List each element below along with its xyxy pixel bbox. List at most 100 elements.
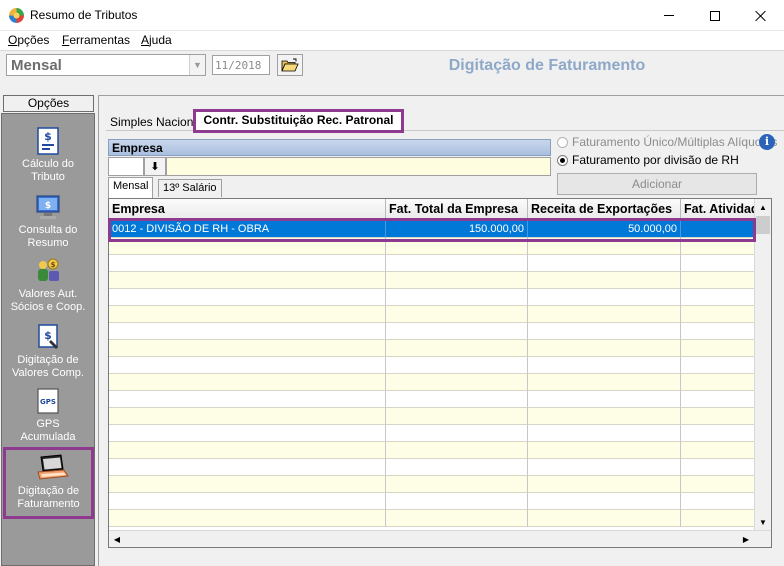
radio-faturamento-unico[interactable]: Faturamento Único/Múltiplas Alíquotas [557,135,777,149]
minimize-button[interactable] [646,0,692,31]
grid-cell [681,493,755,510]
calculator-document-icon: $ [34,126,62,156]
table-row[interactable] [109,459,755,476]
grid-cell [681,510,755,527]
tab-simples-nacional[interactable]: Simples Nacional [110,115,203,129]
grid-cell [528,442,681,459]
svg-text:$: $ [45,201,51,211]
close-button[interactable] [738,0,784,31]
horizontal-scrollbar[interactable]: ◀ ▶ [109,530,771,547]
grid-cell [109,425,386,442]
grid-cell [386,425,528,442]
scroll-thumb[interactable] [756,216,770,234]
grid-cell [528,238,681,255]
subtab-13-salario[interactable]: 13º Salário [158,179,222,197]
svg-text:$: $ [44,329,52,342]
scroll-down-icon[interactable]: ▼ [755,514,771,530]
grid-cell [109,323,386,340]
grid-cell [109,459,386,476]
table-row[interactable] [109,306,755,323]
grid-cell [109,391,386,408]
table-row[interactable] [109,289,755,306]
sidebar-item-digitacao-valores[interactable]: $ Digitação de Valores Comp. [4,322,92,380]
table-row[interactable] [109,391,755,408]
chevron-down-icon[interactable]: ▼ [189,55,205,75]
people-money-icon: $ [34,256,62,286]
table-row[interactable] [109,272,755,289]
table-row[interactable] [109,255,755,272]
svg-text:$: $ [51,261,56,269]
grid-cell [681,425,755,442]
grid-cell [681,391,755,408]
column-header-fat-total[interactable]: Fat. Total da Empresa [386,199,528,221]
menu-opcoes[interactable]: Opções [8,33,49,47]
tab-contr-substituicao[interactable]: Contr. Substituição Rec. Patronal [193,109,404,133]
table-row[interactable] [109,340,755,357]
grid-cell [528,255,681,272]
table-row[interactable] [109,323,755,340]
column-header-fat-atividade[interactable]: Fat. Atividad [681,199,755,221]
minimize-icon [664,15,674,16]
menu-ferramentas[interactable]: Ferramentas [62,33,130,47]
empresa-name-field [166,157,551,176]
table-row[interactable] [109,425,755,442]
sidebar-item-valores-aut[interactable]: $ Valores Aut. Sócios e Coop. [4,256,92,314]
table-row[interactable] [109,374,755,391]
grid-cell [109,238,386,255]
grid-cell [681,289,755,306]
info-icon[interactable]: i [759,134,775,150]
table-row[interactable] [109,442,755,459]
menu-ajuda[interactable]: Ajuda [141,33,172,47]
grid-cell [109,357,386,374]
scroll-up-icon[interactable]: ▲ [755,199,771,215]
grid-cell [528,510,681,527]
grid-cell [386,272,528,289]
empresa-lookup-button[interactable]: ⬇ [144,157,166,176]
grid-cell [386,340,528,357]
sidebar-item-digitacao-faturamento[interactable]: Digitação de Faturamento [3,447,94,519]
grid-cell [681,323,755,340]
cell-fat-total: 150.000,00 [386,221,528,238]
table-row[interactable] [109,510,755,527]
maximize-button[interactable] [692,0,738,31]
sidebar-item-calculo-tributo[interactable]: $ Cálculo do Tributo [4,126,92,184]
grid-cell [109,289,386,306]
subtab-mensal[interactable]: Mensal [108,177,154,198]
menu-bar: Opções Ferramentas Ajuda [0,31,784,50]
svg-text:GPS: GPS [40,398,56,406]
sidebar-item-gps-acumulada[interactable]: GPS GPS Acumulada [4,386,92,444]
grid-cell [528,425,681,442]
gps-document-icon: GPS [34,386,62,416]
table-row[interactable] [109,476,755,493]
table-row[interactable] [109,493,755,510]
grid-cell [528,323,681,340]
sidebar-item-consulta-resumo[interactable]: $ Consulta do Resumo [4,192,92,250]
table-row[interactable] [109,408,755,425]
vertical-scrollbar[interactable]: ▲ ▼ [754,199,771,530]
grid-cell [386,323,528,340]
toolbar: Mensal ▼ 11/2018 Digitação de Faturament… [0,50,784,80]
cell-fat-atividade [681,221,755,238]
period-value: Mensal [11,57,62,74]
column-header-receita-exportacoes[interactable]: Receita de Exportações [528,199,681,221]
open-folder-button[interactable] [277,54,303,76]
grid-cell [386,510,528,527]
grid-header: Empresa Fat. Total da Empresa Receita de… [109,199,755,221]
period-select[interactable]: Mensal ▼ [6,54,206,76]
empresa-code-input[interactable] [108,157,144,176]
table-row[interactable]: 0012 - DIVISÃO DE RH - OBRA 150.000,00 5… [109,221,755,238]
scroll-right-icon[interactable]: ▶ [738,531,754,547]
title-bar: Resumo de Tributos [0,0,784,31]
competence-date-input[interactable]: 11/2018 [212,55,270,75]
page-title: Digitação de Faturamento [448,57,646,74]
radio-faturamento-divisao[interactable]: Faturamento por divisão de RH [557,153,739,167]
close-icon [755,10,767,22]
add-button[interactable]: Adicionar [557,173,757,195]
grid-cell [386,493,528,510]
table-row[interactable] [109,357,755,374]
table-row[interactable] [109,238,755,255]
grid-cell [528,476,681,493]
scroll-left-icon[interactable]: ◀ [109,531,125,547]
window-title: Resumo de Tributos [30,8,138,22]
column-header-empresa[interactable]: Empresa [109,199,386,221]
